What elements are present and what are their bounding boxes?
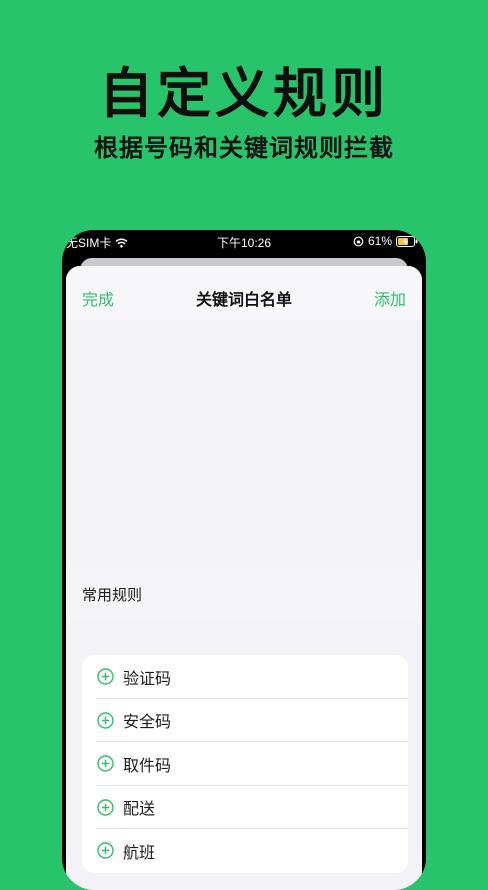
rule-item-security-code[interactable]: 安全码 xyxy=(82,699,408,743)
add-circle-icon xyxy=(96,755,114,773)
section-header: 常用规则 xyxy=(66,566,422,620)
add-circle-icon xyxy=(96,842,114,860)
lock-rotation-icon xyxy=(353,236,364,247)
rule-label: 安全码 xyxy=(123,712,172,732)
rule-label: 验证码 xyxy=(123,668,172,688)
common-rules-list: 验证码 安全码 取件码 配送 航班 xyxy=(82,655,408,873)
section-header-label: 常用规则 xyxy=(82,586,143,604)
phone-frame: 无SIM卡 下午10:26 61% 完成 关键词白名单 添加 常用规则 验证码 … xyxy=(62,230,426,890)
battery-percent: 61% xyxy=(367,234,392,248)
rule-label: 配送 xyxy=(123,799,156,819)
status-right: 61% xyxy=(353,234,418,248)
status-bar: 无SIM卡 下午10:26 61% xyxy=(62,230,426,252)
add-circle-icon xyxy=(96,798,114,816)
battery-charging-icon xyxy=(396,235,418,247)
rule-item-flight[interactable]: 航班 xyxy=(82,829,408,873)
rule-label: 航班 xyxy=(123,842,156,862)
navigation-bar: 完成 关键词白名单 添加 xyxy=(66,266,422,320)
modal-sheet: 完成 关键词白名单 添加 常用规则 验证码 安全码 取件码 配送 航班 xyxy=(66,266,422,890)
add-circle-icon xyxy=(96,668,114,686)
add-button[interactable]: 添加 xyxy=(374,286,406,310)
promo-title: 自定义规则 xyxy=(99,62,389,125)
add-circle-icon xyxy=(96,711,114,729)
rule-item-verification-code[interactable]: 验证码 xyxy=(82,655,408,699)
rule-item-delivery[interactable]: 配送 xyxy=(82,786,408,830)
promo-subtitle: 根据号码和关键词规则拦截 xyxy=(94,134,394,162)
page-title: 关键词白名单 xyxy=(195,290,292,309)
rule-label: 取件码 xyxy=(123,755,172,775)
rule-item-pickup-code[interactable]: 取件码 xyxy=(82,742,408,786)
